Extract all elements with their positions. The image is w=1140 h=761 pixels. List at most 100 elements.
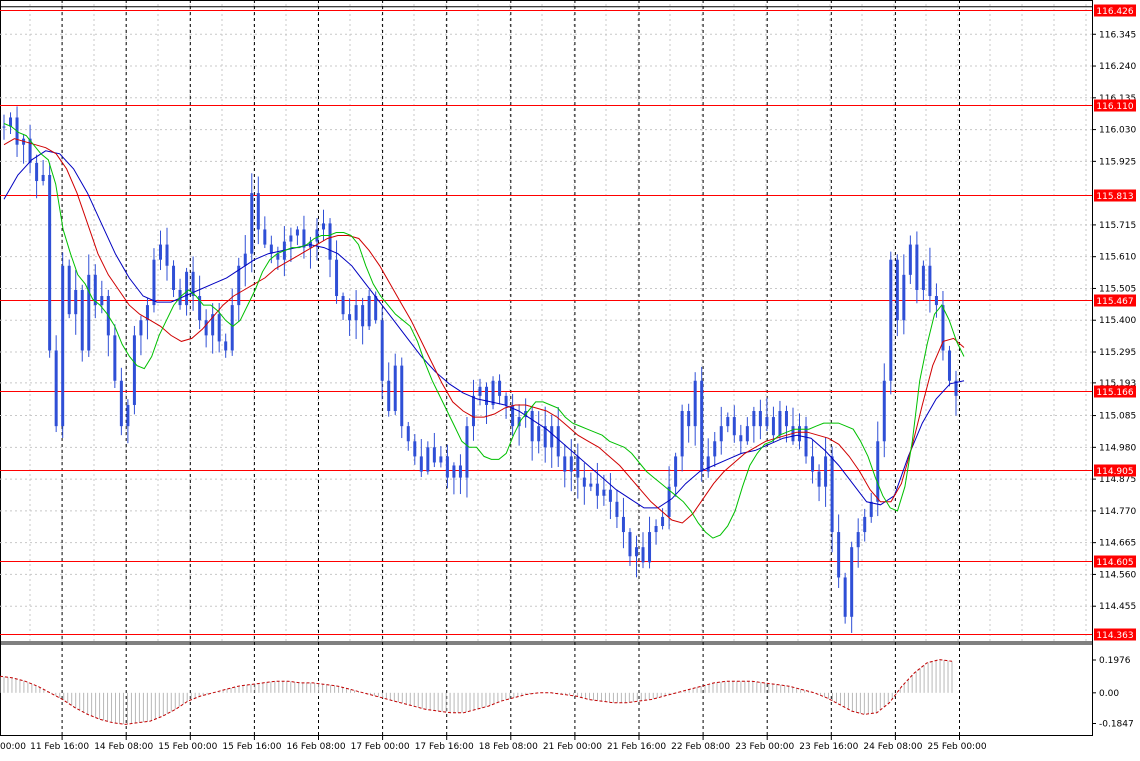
candle-body <box>798 426 802 442</box>
price-tick-label: 115.715 <box>1099 221 1136 231</box>
candle-body <box>778 411 782 436</box>
candle-body <box>315 229 319 242</box>
candle-body <box>471 395 475 427</box>
candle-body <box>882 380 886 442</box>
candle-body <box>530 411 534 442</box>
candle-body <box>537 426 541 442</box>
candle-body <box>576 456 580 478</box>
oscillator-signal-line <box>0 659 953 725</box>
candle-body <box>328 223 332 260</box>
candle-body <box>752 411 756 427</box>
level-label-text: 115.813 <box>1096 192 1133 202</box>
level-label-text: 115.166 <box>1096 388 1133 398</box>
candle-body <box>608 489 612 502</box>
candle-body <box>478 386 482 396</box>
candle-body <box>87 274 91 351</box>
candle-body <box>158 244 162 260</box>
candle-body <box>126 404 130 427</box>
candle-body <box>35 162 39 182</box>
candle-body <box>132 335 136 405</box>
candle-body <box>869 501 873 517</box>
plot-border <box>0 0 1093 736</box>
candle-body <box>550 426 554 448</box>
time-tick-label: 22 Feb 08:00 <box>671 742 730 752</box>
time-tick-label: 23 Feb 00:00 <box>735 742 794 752</box>
time-tick-label: 18 Feb 08:00 <box>479 742 538 752</box>
candle-body <box>172 265 176 290</box>
time-tick-label: 25 Feb 00:00 <box>928 742 987 752</box>
candle-body <box>700 380 704 472</box>
candle-body <box>263 229 267 245</box>
time-tick-label: 21 Feb 00:00 <box>543 742 602 752</box>
oscillator-tick-label: 0.1976 <box>1099 656 1131 666</box>
candle-body <box>674 456 678 487</box>
candle-body <box>67 265 71 315</box>
level-label-text: 116.426 <box>1096 7 1133 17</box>
candle-body <box>80 289 84 351</box>
candle-body <box>843 577 847 617</box>
price-tick-label: 114.980 <box>1099 443 1136 453</box>
candle-body <box>850 547 854 617</box>
candle-body <box>582 477 586 487</box>
time-tick-label: 16 Feb 08:00 <box>287 742 346 752</box>
candle-body <box>217 314 221 342</box>
candle-body <box>406 426 410 442</box>
price-tick-label: 115.925 <box>1099 157 1136 167</box>
candle-body <box>354 305 358 321</box>
candle-body <box>693 380 697 427</box>
candle-body <box>569 456 573 472</box>
oscillator-tick-label: 0.00 <box>1099 689 1119 699</box>
candle-body <box>784 411 788 427</box>
candle-body <box>928 265 932 297</box>
candle-body <box>9 117 13 127</box>
grid-lines <box>0 4 1092 641</box>
candle-body <box>556 426 560 457</box>
candle-body <box>361 305 365 327</box>
candle-body <box>432 447 436 463</box>
level-label-text: 115.467 <box>1096 297 1133 307</box>
candle-body <box>921 265 925 290</box>
candle-body <box>745 426 749 442</box>
level-label-text: 114.605 <box>1096 558 1133 568</box>
candle-body <box>687 411 691 427</box>
candle-body <box>295 229 299 236</box>
candle-body <box>445 456 449 478</box>
candle-body <box>100 296 104 306</box>
candle-body <box>230 305 234 351</box>
candle-body <box>2 126 6 128</box>
price-tick-label: 115.505 <box>1099 284 1136 294</box>
candle-body <box>504 395 508 405</box>
candle-body <box>908 244 912 275</box>
candle-body <box>439 456 443 463</box>
candle-body <box>732 417 736 436</box>
candle-body <box>876 441 880 502</box>
candle-body <box>119 380 123 427</box>
candle-body <box>74 289 78 315</box>
candle-body <box>713 441 717 457</box>
price-tick-label: 114.560 <box>1099 570 1136 580</box>
price-tick-label: 115.085 <box>1099 412 1136 422</box>
time-tick-label: 17 Feb 00:00 <box>351 742 410 752</box>
candle-body <box>934 296 938 306</box>
time-grid-lines <box>61 0 960 736</box>
time-tick-label: 15 Feb 00:00 <box>158 742 217 752</box>
candle-body <box>947 350 951 381</box>
candle-body <box>61 265 65 427</box>
candle-body <box>706 456 710 472</box>
candle-body <box>335 259 339 297</box>
forex-chart: 116.345 116.240 116.135 116.030 115.925 115.7… <box>0 0 1140 757</box>
time-tick-label: 24 Feb 08:00 <box>863 742 922 752</box>
time-tick-label: 00:00 <box>0 742 26 752</box>
price-tick-label: 115.610 <box>1099 253 1136 263</box>
candle-body <box>811 456 815 472</box>
candle-body <box>830 456 834 533</box>
price-axis: 116.345116.240116.135116.030115.925115.7… <box>1092 30 1136 612</box>
candle-body <box>413 441 417 457</box>
candle-body <box>758 411 762 427</box>
candle-body <box>41 174 45 182</box>
candle-body <box>915 244 919 290</box>
candle-body <box>452 465 456 478</box>
candle-body <box>648 532 652 563</box>
candle-body <box>152 259 156 306</box>
candle-body <box>902 274 906 321</box>
